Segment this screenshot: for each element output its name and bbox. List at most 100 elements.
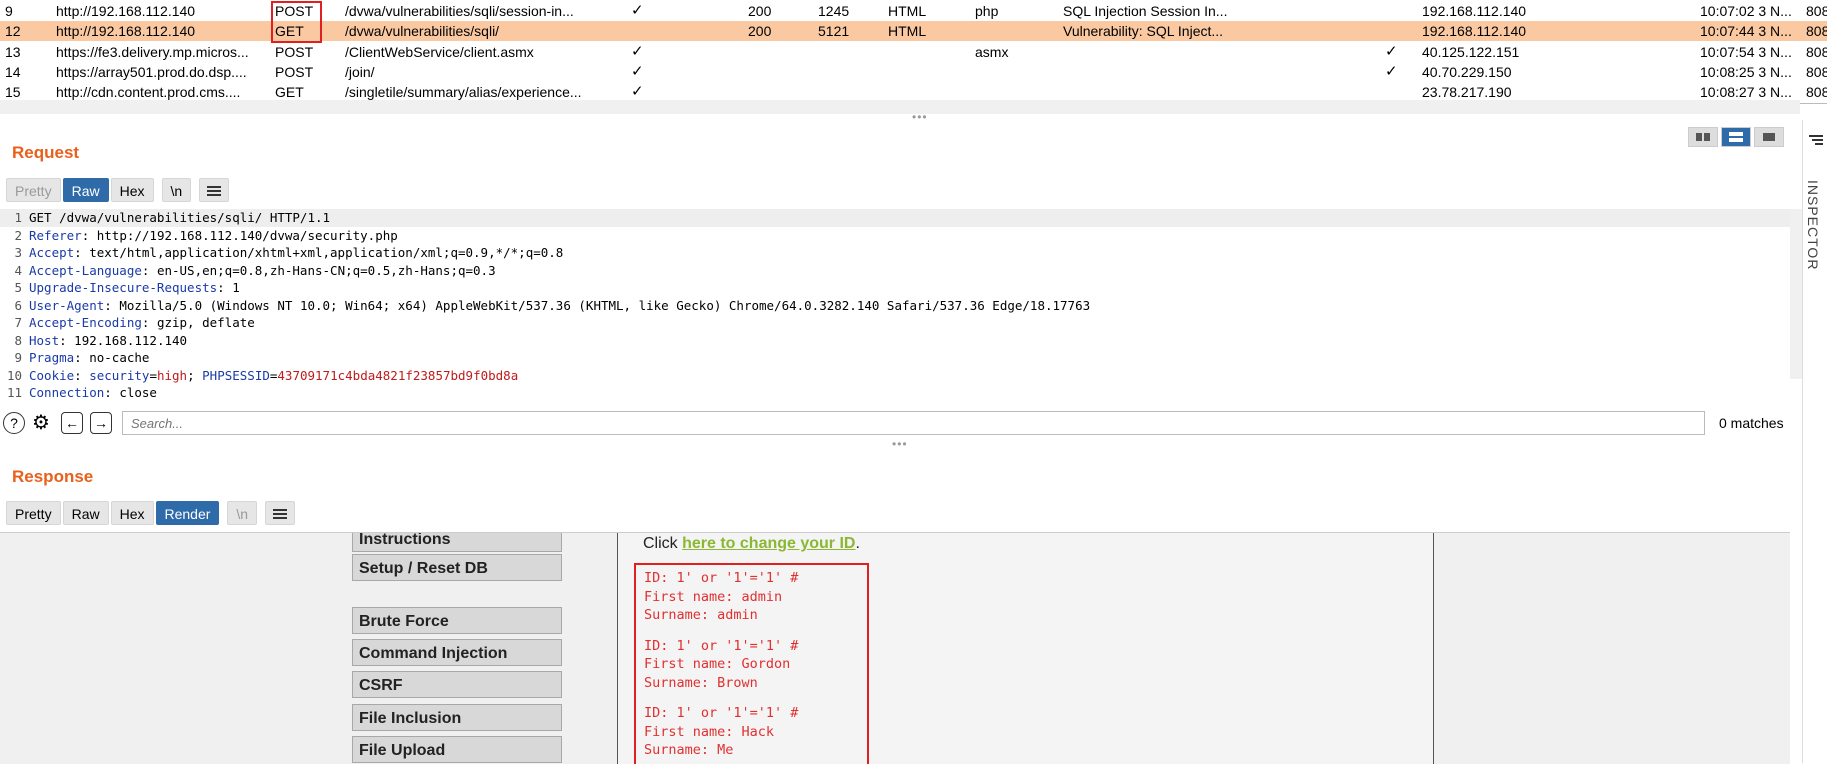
history-cell-title: Vulnerability: SQL Inject... (1063, 23, 1224, 39)
search-match-count: 0 matches (1719, 415, 1784, 431)
history-cell-host: https://fe3.delivery.mp.micros... (56, 44, 249, 60)
change-id-prefix: Click (643, 535, 683, 552)
response-vertical-scrollbar[interactable] (1776, 533, 1790, 764)
dvwa-menu-brute-force[interactable]: Brute Force (352, 607, 562, 634)
inspector-collapse-icon[interactable] (1809, 134, 1823, 149)
response-view-tabs: Pretty Raw Hex Render \n (6, 501, 296, 525)
history-cell-time: 10:07:54 3 N... (1700, 44, 1792, 60)
next-match-arrow-icon[interactable]: → (90, 412, 112, 434)
history-row[interactable]: 14 https://array501.prod.do.dsp.... POST/j… (0, 62, 1827, 82)
cookie-value: high (156, 367, 188, 383)
history-cell-mime: HTML (888, 23, 927, 39)
inspector-panel[interactable]: INSPECTOR (1802, 120, 1827, 763)
header-key: Host (29, 332, 60, 348)
history-cell-params: ✓ (631, 83, 644, 100)
help-icon[interactable]: ? (3, 412, 25, 434)
line-number: 10 (6, 367, 22, 383)
history-row[interactable]: 15 http://cdn.content.prod.cms.... GET/sin… (0, 82, 1827, 102)
header-value: gzip, deflate (149, 315, 255, 330)
response-tab-newline[interactable]: \n (227, 501, 258, 525)
request-menu-button[interactable] (199, 178, 230, 202)
response-tab-hex[interactable]: Hex (110, 501, 154, 525)
dvwa-menu-instructions[interactable]: Instructions (352, 533, 562, 552)
response-tab-pretty[interactable]: Pretty (6, 501, 61, 525)
history-cell-host: http://192.168.112.140 (56, 23, 196, 39)
line-number: 5 (14, 280, 22, 295)
change-id-text: Click here to change your ID. (643, 535, 860, 553)
dvwa-menu-file-upload[interactable]: File Upload (352, 736, 562, 763)
history-horizontal-scrollbar[interactable] (0, 100, 1800, 114)
change-id-suffix: . (855, 535, 860, 552)
request-editor[interactable]: 1 GET /dvwa/vulnerabilities/sqli/ HTTP/1.… (0, 209, 1790, 403)
request-view-tabs: Pretty Raw Hex \n (6, 178, 230, 202)
response-title: Response (12, 467, 94, 486)
splitter-grip-middle[interactable]: ••• (892, 437, 908, 451)
layout-tabs-button[interactable] (1754, 127, 1784, 147)
request-line: 5 Upgrade-Insecure-Requests: 1 (0, 279, 1790, 297)
header-value: text/html,application/xhtml+xml,applicat… (81, 245, 564, 260)
header-value: GET /dvwa/vulnerabilities/sqli/ HTTP/1.1 (29, 210, 331, 225)
cookie-name: PHPSESSID (202, 367, 270, 383)
request-search-input[interactable] (122, 411, 1705, 435)
history-cell-url: /ClientWebService/client.asmx (345, 44, 534, 60)
line-number: 11 (6, 385, 22, 400)
settings-gear-icon[interactable]: ⚙ (30, 412, 52, 434)
history-cell-number: 12 (5, 23, 21, 39)
request-line: 1 GET /dvwa/vulnerabilities/sqli/ HTTP/1.… (0, 209, 1790, 227)
layout-stacked-button[interactable] (1721, 127, 1751, 147)
history-cell-url: /dvwa/vulnerabilities/sqli/session-in... (345, 3, 574, 19)
result-spacer (644, 692, 867, 704)
sqli-result-line: ID: 1' or '1'='1' # (644, 637, 799, 654)
history-cell-port: 808 (1806, 84, 1827, 100)
response-render-view: Instructions Setup / Reset DB Brute Forc… (0, 532, 1790, 764)
history-cell-params: ✓ (631, 43, 644, 60)
splitter-grip-top[interactable]: ••• (912, 110, 928, 124)
change-id-link[interactable]: here to change your ID (682, 535, 855, 552)
history-cell-extension: asmx (975, 44, 1009, 60)
history-cell-tls: ✓ (1385, 63, 1398, 80)
dvwa-menu-file-inclusion[interactable]: File Inclusion (352, 704, 562, 731)
history-cell-host: http://192.168.112.140 (56, 3, 196, 19)
sqli-result-line: Surname: Brown (644, 674, 758, 691)
layout-side-by-side-button[interactable] (1688, 127, 1718, 147)
dvwa-menu-setup-reset[interactable]: Setup / Reset DB (352, 554, 562, 581)
history-cell-method: POST (275, 64, 314, 80)
cookie-value: 43709171c4bda4821f23857bd9f0bd8a (277, 367, 519, 383)
dvwa-menu-command-injection[interactable]: Command Injection (352, 639, 562, 666)
history-cell-ip: 40.70.229.150 (1422, 64, 1512, 80)
request-tab-raw[interactable]: Raw (62, 178, 109, 202)
sqli-result-line: First name: Gordon (644, 656, 791, 672)
line-number: 7 (14, 315, 22, 330)
inspector-label[interactable]: INSPECTOR (1805, 180, 1821, 270)
request-tab-hex[interactable]: Hex (110, 178, 154, 202)
history-cell-url: /singletile/summary/alias/experience... (345, 84, 582, 100)
history-cell-status: 200 (748, 3, 772, 19)
header-key: Accept (29, 245, 75, 260)
header-value: 1 (224, 280, 240, 295)
history-cell-port: 808 (1806, 44, 1827, 60)
dvwa-menu-csrf[interactable]: CSRF (352, 671, 562, 698)
previous-match-arrow-icon[interactable]: ← (61, 412, 83, 434)
request-tab-pretty[interactable]: Pretty (6, 178, 61, 202)
cookie-name: security (89, 367, 150, 383)
request-line: 3 Accept: text/html,application/xhtml+xml… (0, 244, 1790, 262)
history-cell-number: 15 (5, 84, 21, 100)
request-vertical-scrollbar[interactable] (1790, 209, 1802, 379)
line-number: 9 (14, 350, 22, 365)
response-tab-raw[interactable]: Raw (62, 501, 109, 525)
request-tab-newline[interactable]: \n (161, 178, 192, 202)
response-tab-render[interactable]: Render (155, 501, 220, 525)
header-value: http://192.168.112.140/dvwa/security.php (89, 227, 398, 243)
history-row[interactable]: 13 https://fe3.delivery.mp.micros... POST /… (0, 42, 1827, 62)
history-cell-port: 808 (1806, 23, 1827, 39)
history-cell-host: https://array501.prod.do.dsp.... (56, 64, 247, 80)
line-number: 1 (14, 210, 22, 225)
header-key: Connection (29, 385, 105, 400)
history-cell-number: 9 (5, 3, 13, 19)
header-value: no-cache (81, 350, 150, 365)
history-cell-number: 13 (5, 44, 21, 60)
history-cell-time: 10:07:44 3 N... (1700, 23, 1792, 39)
sqli-result-line: ID: 1' or '1'='1' # (644, 570, 799, 586)
response-menu-button[interactable] (265, 501, 296, 525)
sqli-result-line: Surname: admin (644, 607, 758, 623)
